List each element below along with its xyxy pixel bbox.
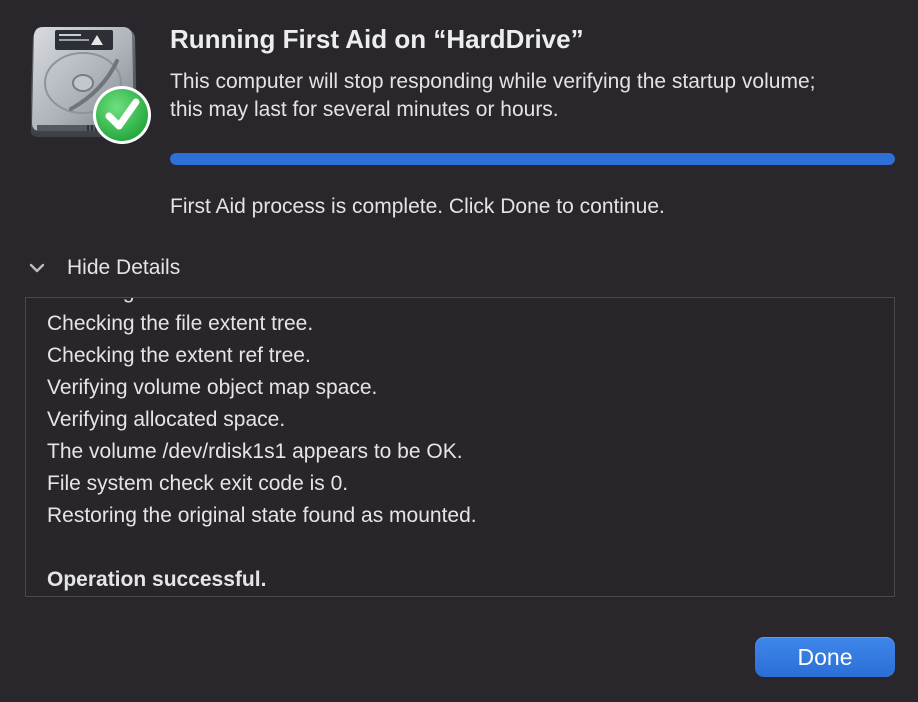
chevron-down-icon [29,263,45,273]
progress-fill [170,153,895,165]
log-line: Checking the fsroot tree. [47,298,477,308]
details-log[interactable]: Checking the fsroot tree. Checking the fi… [25,297,895,597]
log-line: File system check exit code is 0. [47,472,349,495]
log-line [47,532,477,564]
log-result-line: Operation successful. [47,568,267,591]
log-line: Checking the extent ref tree. [47,344,311,367]
progress-bar [170,153,895,165]
done-button[interactable]: Done [755,637,895,677]
first-aid-dialog: Running First Aid on “HardDrive” This co… [0,0,918,702]
hide-details-label: Hide Details [67,256,181,279]
log-line: Checking the file extent tree. [47,312,314,335]
dialog-message: This computer will stop responding while… [170,70,816,121]
log-line: Restoring the original state found as mo… [47,504,477,527]
status-text: First Aid process is complete. Click Don… [170,195,665,218]
hide-details-toggle[interactable]: Hide Details [26,252,180,284]
log-line: Verifying allocated space. [47,408,286,431]
hard-drive-icon [31,27,151,144]
log-line: Verifying volume object map space. [47,376,378,399]
dialog-title: Running First Aid on “HardDrive” [170,24,584,54]
log-line: The volume /dev/rdisk1s1 appears to be O… [47,440,463,463]
log-list: Checking the fsroot tree. Checking the fi… [47,298,477,596]
